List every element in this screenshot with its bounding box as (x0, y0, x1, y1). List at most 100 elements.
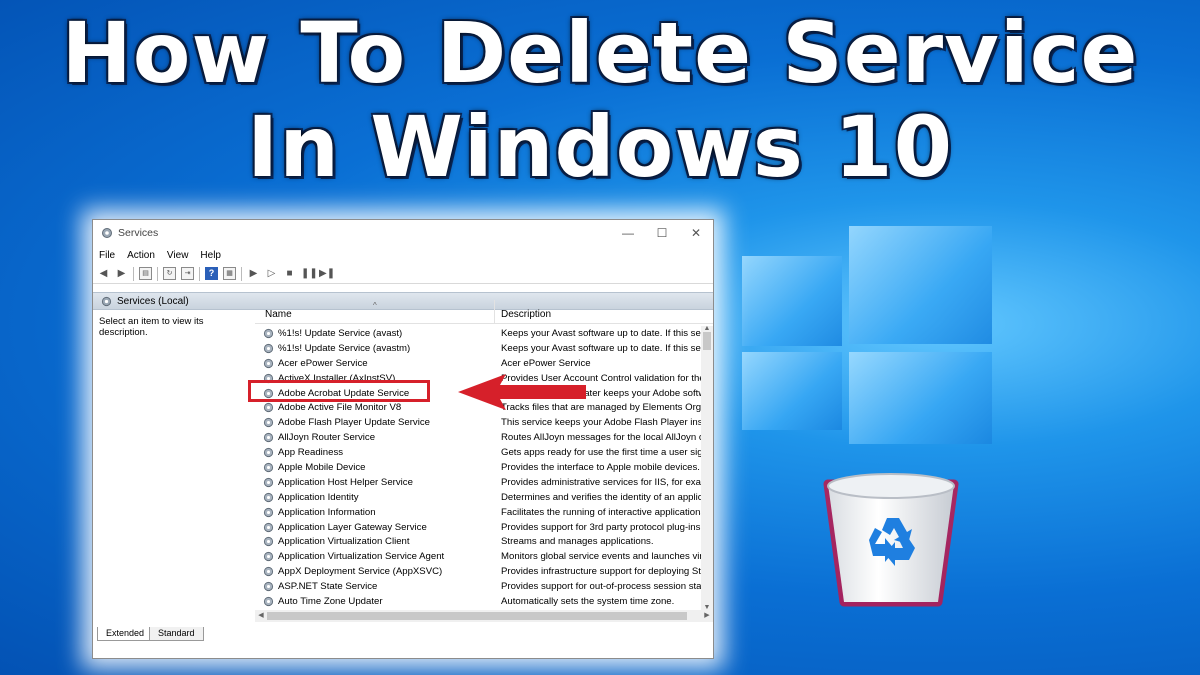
services-gear-icon (101, 296, 112, 306)
service-gear-icon (263, 596, 274, 607)
service-gear-icon (263, 328, 274, 339)
service-name: AllJoyn Router Service (255, 432, 495, 443)
table-row[interactable]: %1!s! Update Service (avast) Keeps your A… (255, 326, 701, 341)
service-name-text: Application Information (278, 506, 376, 518)
service-gear-icon (263, 552, 274, 562)
table-row[interactable]: Adobe Flash Player Update Service This se… (255, 415, 701, 430)
menu-help[interactable]: Help (200, 250, 221, 261)
service-description: Facilitates the running of interactive a… (501, 506, 701, 518)
pause-service-icon[interactable]: ❚❚ (301, 267, 318, 280)
service-name-text: App Readiness (278, 447, 344, 459)
console-tree-icon[interactable]: ▤ (139, 267, 152, 280)
export-list-icon[interactable]: ⇥ (181, 267, 194, 280)
service-gear-icon (263, 477, 274, 487)
table-row[interactable]: Apple Mobile Device Provides the interfac… (255, 460, 701, 475)
table-row[interactable]: ASP.NET State Service Provides support fo… (255, 579, 701, 594)
service-description: This service keeps your Adobe Flash Play… (501, 417, 701, 429)
service-gear-icon (263, 447, 274, 458)
service-name-text: Application Layer Gateway Service (278, 521, 427, 533)
services-window: Services — ☐ ✕ File Action View Help ◀ ▶… (92, 219, 714, 659)
column-header-description[interactable]: Description (495, 309, 551, 323)
service-description: Acer ePower Service (501, 357, 591, 369)
forward-arrow-icon[interactable]: ▶ (115, 267, 128, 280)
service-name: ASP.NET State Service (255, 581, 495, 592)
menu-view[interactable]: View (167, 250, 189, 261)
service-gear-icon (263, 507, 274, 517)
table-row[interactable]: AppX Deployment Service (AppXSVC) Provide… (255, 564, 701, 579)
menu-bar: File Action View Help (93, 246, 713, 264)
toolbar: ◀ ▶ ▤ ↻ ⇥ ? ▦ ▶ ▷ ■ ❚❚ ▶❚ (93, 264, 713, 284)
horizontal-scroll-thumb[interactable] (267, 612, 687, 620)
vertical-scrollbar[interactable]: ▲ ▼ (701, 325, 713, 611)
service-name-text: AllJoyn Router Service (278, 432, 376, 444)
scroll-right-icon[interactable]: ▶ (701, 610, 713, 622)
stop-service-icon[interactable]: ■ (283, 267, 296, 280)
services-list: ^ Name Description %1!s! Update Service … (255, 300, 713, 626)
refresh-icon[interactable]: ↻ (163, 267, 176, 280)
properties-icon[interactable]: ▦ (223, 267, 236, 280)
table-row[interactable]: Application Host Helper Service Provides … (255, 475, 701, 490)
scroll-left-icon[interactable]: ◀ (255, 610, 267, 622)
service-gear-icon (263, 581, 274, 592)
table-row[interactable]: %1!s! Update Service (avastm) Keeps your … (255, 341, 701, 356)
service-name-text: Application Identity (278, 491, 359, 503)
table-row[interactable]: Application Identity Determines and verif… (255, 490, 701, 505)
table-row[interactable]: AllJoyn Router Service Routes AllJoyn mes… (255, 430, 701, 445)
window-title: Services (118, 227, 159, 239)
table-row[interactable]: Acer ePower Service Acer ePower Service (255, 356, 701, 371)
back-arrow-icon[interactable]: ◀ (97, 267, 110, 280)
service-name-text: Auto Time Zone Updater (278, 595, 383, 607)
vertical-scroll-thumb[interactable] (703, 332, 711, 350)
help-icon[interactable]: ? (205, 267, 218, 280)
service-gear-icon (263, 522, 274, 532)
start-service-alt-icon[interactable]: ▷ (265, 267, 278, 280)
table-row[interactable]: Application Virtualization Client Streams… (255, 534, 701, 549)
service-gear-icon (263, 433, 274, 443)
table-row[interactable]: Auto Time Zone Updater Automatically sets… (255, 594, 701, 609)
service-description: Streams and manages applications. (501, 536, 654, 548)
service-description: Routes AllJoyn messages for the local Al… (501, 432, 701, 444)
horizontal-scrollbar[interactable]: ◀ ▶ (255, 610, 713, 622)
service-name: App Readiness (255, 447, 495, 458)
service-name-text: %1!s! Update Service (avast) (278, 327, 403, 339)
description-panel: Select an item to view its description. (93, 312, 255, 628)
tab-extended[interactable]: Extended (97, 627, 154, 641)
minimize-button[interactable]: — (611, 226, 645, 240)
service-name: Application Virtualization Client (255, 536, 495, 547)
restart-service-icon[interactable]: ▶❚ (319, 267, 335, 280)
table-row[interactable]: Application Information Facilitates the r… (255, 505, 701, 520)
close-button[interactable]: ✕ (679, 226, 713, 240)
table-row[interactable]: Application Layer Gateway Service Provide… (255, 520, 701, 535)
description-hint: Select an item to view its description. (99, 316, 204, 338)
scroll-up-icon[interactable]: ▲ (701, 325, 713, 332)
windows-logo-icon (742, 226, 992, 446)
service-gear-icon (263, 358, 274, 368)
service-name: AppX Deployment Service (AppXSVC) (255, 566, 495, 577)
service-name-text: Adobe Active File Monitor V8 (278, 402, 402, 414)
title-bar[interactable]: Services — ☐ ✕ (93, 220, 713, 246)
start-service-icon[interactable]: ▶ (247, 267, 260, 280)
tab-standard[interactable]: Standard (149, 627, 204, 641)
service-name: Adobe Flash Player Update Service (255, 417, 495, 428)
service-description: Automatically sets the system time zone. (501, 595, 675, 607)
menu-file[interactable]: File (99, 250, 115, 261)
service-name-text: Acer ePower Service (278, 357, 368, 369)
service-description: Keeps your Avast software up to date. If… (501, 327, 701, 339)
service-name: Application Identity (255, 492, 495, 503)
service-rows: %1!s! Update Service (avast) Keeps your A… (255, 326, 701, 610)
service-name: Application Information (255, 507, 495, 518)
service-gear-icon (263, 537, 274, 547)
service-description: Gets apps ready for use the first time a… (501, 447, 701, 459)
recycle-bin-icon (823, 473, 959, 607)
service-description: Keeps your Avast software up to date. If… (501, 342, 701, 354)
table-row[interactable]: App Readiness Gets apps ready for use the… (255, 445, 701, 460)
table-row[interactable]: Application Virtualization Service Agent… (255, 549, 701, 564)
maximize-button[interactable]: ☐ (645, 226, 679, 240)
menu-action[interactable]: Action (127, 250, 155, 261)
service-name: Application Virtualization Service Agent (255, 551, 495, 562)
service-description: Provides the interface to Apple mobile d… (501, 461, 700, 473)
service-gear-icon (263, 492, 274, 502)
service-name: Acer ePower Service (255, 358, 495, 369)
service-name: %1!s! Update Service (avastm) (255, 343, 495, 354)
service-name-text: Apple Mobile Device (278, 461, 366, 473)
